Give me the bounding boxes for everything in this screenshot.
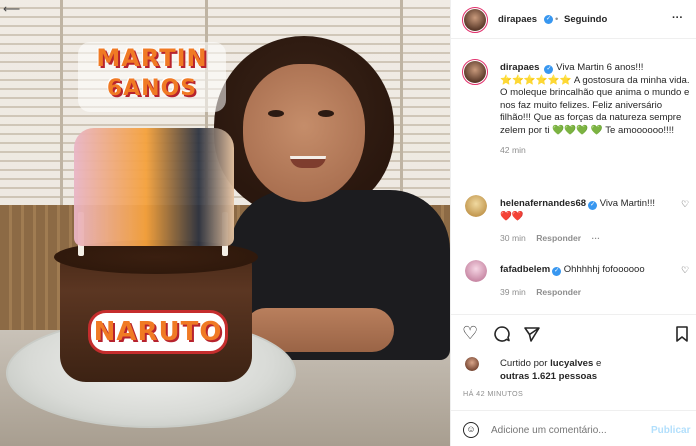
- likes-summary: Curtido por lucyalves e outras 1.621 pes…: [500, 357, 690, 383]
- red-hearts-emoji: ❤️❤️: [500, 211, 524, 222]
- comment-avatar[interactable]: [465, 260, 487, 282]
- divider: [451, 314, 696, 315]
- comment-username[interactable]: helenafernandes68: [500, 198, 586, 209]
- author-username[interactable]: dirapaes: [498, 14, 537, 25]
- verified-badge-icon: ✓: [552, 267, 562, 276]
- reply-button[interactable]: Responder: [536, 287, 581, 297]
- author-avatar[interactable]: [462, 7, 488, 33]
- post-header: dirapaes ✓ • Seguindo ···: [451, 0, 696, 39]
- follow-status[interactable]: Seguindo: [564, 14, 607, 25]
- post-caption: dirapaes ✓ Viva Martin 6 anos!!! ⭐⭐⭐⭐⭐⭐ A…: [500, 62, 690, 157]
- boy-face: [243, 64, 365, 202]
- liker-avatar[interactable]: [465, 357, 479, 371]
- verified-badge-icon: ✓: [544, 15, 553, 24]
- publish-button[interactable]: Publicar: [651, 425, 690, 436]
- add-comment-bar: ☺ Publicar: [451, 410, 696, 446]
- comment-text: Viva Martin!!!: [599, 198, 655, 209]
- comment-meta: 39 min Responder: [500, 287, 581, 297]
- comment-input[interactable]: [491, 420, 641, 440]
- comment-meta: 30 min Responder ···: [500, 233, 600, 243]
- emoji-picker-icon[interactable]: ☺: [463, 422, 479, 438]
- green-heart-emoji: 💚: [590, 124, 603, 136]
- anime-characters-topper: [74, 128, 234, 246]
- verified-badge-icon: ✓: [588, 201, 598, 210]
- share-icon[interactable]: [523, 325, 541, 343]
- comment-avatar[interactable]: [465, 195, 487, 217]
- liker-username[interactable]: lucyalves: [550, 358, 593, 369]
- comment-item: helenafernandes68 ✓ Viva Martin!!! ❤️❤️: [500, 197, 675, 223]
- caption-text-3: Te amoooooo!!!!: [605, 124, 675, 136]
- boy-eye: [268, 110, 284, 117]
- likes-conjunction: e: [596, 358, 602, 369]
- verified-badge-icon: ✓: [544, 65, 554, 74]
- post-sidebar: dirapaes ✓ • Seguindo ··· dirapaes ✓ Viva…: [450, 0, 696, 446]
- likes-count[interactable]: outras 1.621 pessoas: [500, 371, 597, 382]
- comment-text: Ohhhhhj fofoooooo: [563, 264, 645, 275]
- comment-time[interactable]: 39 min: [500, 287, 526, 297]
- comment-more-icon[interactable]: ···: [591, 233, 600, 243]
- caption-author-avatar[interactable]: [462, 59, 488, 85]
- comment-username[interactable]: fafadbelem: [500, 264, 550, 275]
- caption-username[interactable]: dirapaes: [500, 62, 539, 73]
- boy-eye: [318, 110, 334, 117]
- comment-icon[interactable]: [493, 325, 511, 343]
- comment-item: fafadbelem ✓ Ohhhhhj fofoooooo: [500, 263, 675, 276]
- more-options-icon[interactable]: ···: [672, 12, 683, 24]
- stars-emoji: ⭐⭐⭐⭐⭐⭐: [500, 74, 572, 86]
- like-icon[interactable]: ♡: [462, 324, 478, 342]
- green-hearts-emoji: 💚💚💚: [552, 124, 589, 136]
- save-bookmark-icon[interactable]: [675, 325, 689, 343]
- cake-naruto-label: NARUTO: [88, 310, 228, 354]
- reply-button[interactable]: Responder: [536, 233, 581, 243]
- comment-like-icon[interactable]: ♡: [681, 265, 689, 276]
- topper-name: MARTIN: [96, 44, 208, 72]
- comment-like-icon[interactable]: ♡: [681, 199, 689, 210]
- post-time-ago[interactable]: HÁ 42 MINUTOS: [463, 389, 523, 398]
- likes-prefix: Curtido por: [500, 358, 548, 369]
- post-photo[interactable]: MARTIN 6ANOS NARUTO ⟵: [0, 0, 450, 446]
- blind-rail: [400, 0, 403, 210]
- blind-rail: [60, 0, 63, 210]
- caption-text: Viva Martin 6 anos!!!: [556, 62, 644, 73]
- comment-time[interactable]: 30 min: [500, 233, 526, 243]
- topper-age: 6ANOS: [106, 76, 198, 101]
- caption-time[interactable]: 42 min: [500, 144, 690, 157]
- back-arrow-icon[interactable]: ⟵: [3, 2, 20, 16]
